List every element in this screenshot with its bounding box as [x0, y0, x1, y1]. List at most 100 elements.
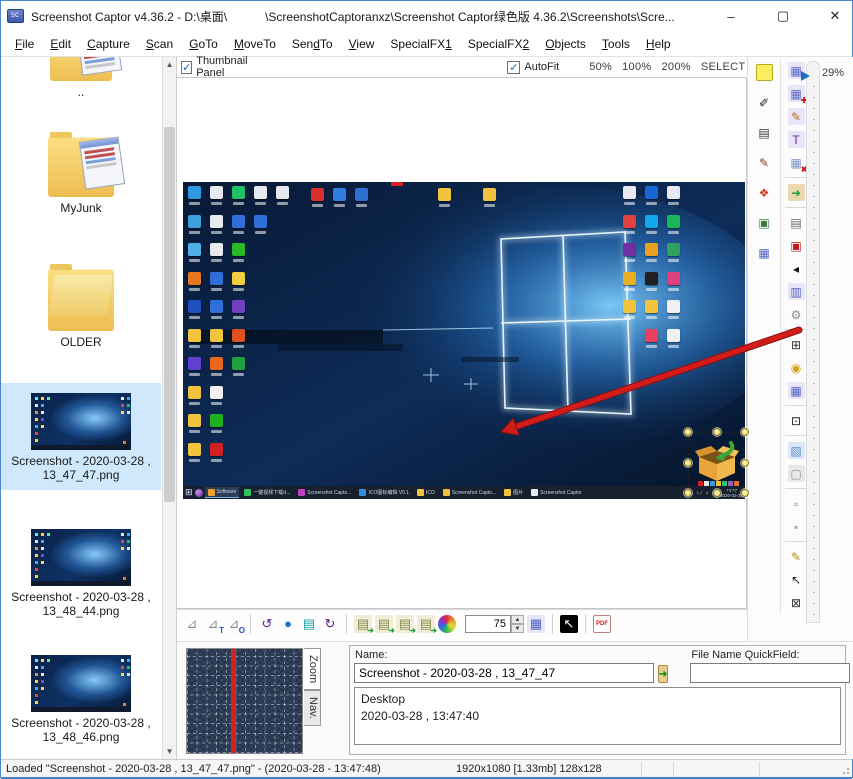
thumbnail-image-icon[interactable]: ▦ [527, 615, 545, 633]
pdf-icon[interactable]: PDF [593, 615, 611, 633]
menu-help[interactable]: Help [638, 34, 679, 54]
insert-object-icon[interactable]: ◉ [788, 359, 805, 376]
black-cursor-icon[interactable]: ↖ [560, 615, 578, 633]
scroll-down-icon[interactable]: ▼ [163, 744, 176, 759]
pen-arrow-icon[interactable]: ✐ [756, 94, 773, 111]
menu-view[interactable]: View [341, 34, 383, 54]
shapes-icon[interactable]: ❖ [756, 184, 773, 201]
color-wheel-icon[interactable] [438, 615, 456, 633]
rotate-right-icon[interactable]: ↻ [321, 615, 339, 633]
effects-pen-icon[interactable]: ✎ [788, 548, 805, 565]
menu-tools[interactable]: Tools [594, 34, 638, 54]
selection-handle[interactable] [741, 489, 749, 497]
captures-bar-icon[interactable]: ▥ [788, 283, 805, 300]
image-frame-icon[interactable]: ▦ [788, 382, 805, 399]
resize-globe-icon[interactable]: ● [279, 615, 297, 633]
menu-moveto[interactable]: MoveTo [226, 34, 284, 54]
zoom-minimap[interactable] [186, 648, 303, 754]
selection-handle[interactable] [741, 459, 749, 467]
shadow-square-icon[interactable]: ▪ [788, 518, 805, 535]
minimize-button[interactable]: – [720, 6, 742, 26]
taskbar-item[interactable]: 图片 [501, 487, 526, 498]
menu-goto[interactable]: GoTo [181, 34, 226, 54]
sidebar-item-screenshot-1[interactable]: Screenshot - 2020-03-28 ,13_47_47.png [1, 383, 161, 490]
brush-icon[interactable]: ✎ [756, 154, 773, 171]
taskbar-item[interactable]: ICO [414, 487, 438, 498]
spinner-down-icon[interactable]: ▼ [511, 624, 524, 633]
menu-edit[interactable]: Edit [42, 34, 79, 54]
notes-panel-icon[interactable]: ▤ [756, 124, 773, 141]
taskbar-item[interactable]: ICO图标编辑 V0.1 [356, 487, 412, 498]
lines-doc-icon[interactable]: ▤ [300, 615, 318, 633]
color-swatch-icon[interactable] [756, 64, 773, 81]
clipboard-image-4-icon[interactable]: ▤➜ [417, 615, 435, 633]
scrollbar-thumb[interactable] [164, 127, 175, 502]
zoom-button-50pct[interactable]: 50% [589, 61, 612, 73]
copy-image-icon[interactable]: ▣ [756, 214, 773, 231]
rotate-left-icon[interactable]: ↺ [258, 615, 276, 633]
scroll-up-icon[interactable]: ▲ [163, 57, 176, 72]
copy-name-icon[interactable]: ➜ [658, 665, 668, 683]
taskbar-item[interactable]: Screenshot Capto... [295, 487, 354, 498]
cursor-tool-icon[interactable]: ↖ [788, 571, 805, 588]
toolbox-dropdown-icon[interactable]: ◂ [788, 260, 805, 277]
settings-gears-icon[interactable]: ⚙ [788, 306, 805, 323]
menu-sendto[interactable]: SendTo [284, 34, 341, 54]
gradient-button-icon[interactable]: ▧ [788, 442, 805, 459]
taskbar-item[interactable]: Software [205, 487, 240, 498]
scan-ocr-icon[interactable]: ⊿O [225, 615, 243, 633]
sidebar-item-older[interactable]: OLDER [1, 269, 161, 349]
sidebar-item-screenshot-2[interactable]: Screenshot - 2020-03-28 ,13_48_44.png [1, 519, 161, 626]
clipboard-image-3-icon[interactable]: ▤➜ [396, 615, 414, 633]
deselect-icon[interactable]: ⊠ [788, 594, 805, 611]
screenshot-image[interactable]: ⊞Software一键视频下载d...Screenshot Capto...IC… [183, 182, 745, 499]
image-ruler-icon[interactable]: ▦ [756, 244, 773, 261]
save-as-icon[interactable]: ▦✚ [788, 85, 805, 102]
selection-handle[interactable] [713, 428, 721, 436]
blank-button-icon[interactable]: ▢ [788, 465, 805, 482]
clipboard-image-1-icon[interactable]: ▤➜ [354, 615, 372, 633]
menu-scan[interactable]: Scan [138, 34, 181, 54]
select-all-icon[interactable]: ⊞ [788, 336, 805, 353]
quickfield-input[interactable] [690, 663, 850, 683]
taskbar-item[interactable]: Screenshot Captor [528, 487, 585, 498]
edit-image-icon[interactable]: ✎ [788, 108, 805, 125]
scan-text-icon[interactable]: ⊿T [204, 615, 222, 633]
clipboard-image-2-icon[interactable]: ▤➜ [375, 615, 393, 633]
zoom-button-100pct[interactable]: 100% [622, 61, 651, 73]
menu-objects[interactable]: Objects [537, 34, 594, 54]
export-clipboard-icon[interactable]: ➜ [788, 184, 805, 201]
sidebar-scrollbar[interactable]: ▲ ▼ [162, 57, 176, 759]
thumbnail-panel-checkbox[interactable]: ✓ Thumbnail Panel [181, 55, 249, 79]
notes-textarea[interactable]: Desktop 2020-03-28 , 13:47:40 [354, 687, 841, 745]
add-text-icon[interactable]: T [788, 131, 805, 148]
zoom-slider-marker[interactable] [801, 71, 810, 81]
close-button[interactable]: ✕ [824, 6, 846, 26]
name-input[interactable] [354, 663, 654, 683]
sidebar-item-myjunk[interactable]: MyJunk [1, 137, 161, 215]
menu-specialfx2[interactable]: SpecialFX2 [460, 34, 537, 54]
empty-selection-icon[interactable]: ▫ [788, 495, 805, 512]
menu-capture[interactable]: Capture [79, 34, 138, 54]
selection-handle[interactable] [684, 459, 692, 467]
taskbar-item[interactable]: Screenshot Capto... [440, 487, 499, 498]
start-button-icon[interactable]: ⊞ [185, 488, 193, 497]
selection-handle[interactable] [713, 489, 721, 497]
autofit-checkbox[interactable]: ✓ AutoFit [507, 61, 559, 74]
selection-handle[interactable] [684, 489, 692, 497]
resize-grip[interactable] [840, 765, 850, 775]
selection-handle[interactable] [684, 428, 692, 436]
maximize-button[interactable]: ▢ [772, 6, 794, 26]
taskbar-item[interactable]: 一键视频下载d... [241, 487, 293, 498]
menu-file[interactable]: File [7, 34, 42, 54]
tab-nav[interactable]: Nav. [304, 690, 321, 726]
scan-icon[interactable]: ⊿ [183, 615, 201, 633]
zoom-slider[interactable] [806, 61, 820, 623]
tab-zoom[interactable]: Zoom [304, 648, 321, 690]
zoom-button-200pct[interactable]: 200% [661, 61, 690, 73]
cortana-icon[interactable] [195, 489, 203, 497]
print-icon[interactable]: ▤ [788, 214, 805, 231]
selection-handle[interactable] [741, 428, 749, 436]
image-canvas[interactable]: ⊞Software一键视频下载d...Screenshot Capto...IC… [177, 77, 747, 609]
menu-specialfx1[interactable]: SpecialFX1 [382, 34, 459, 54]
